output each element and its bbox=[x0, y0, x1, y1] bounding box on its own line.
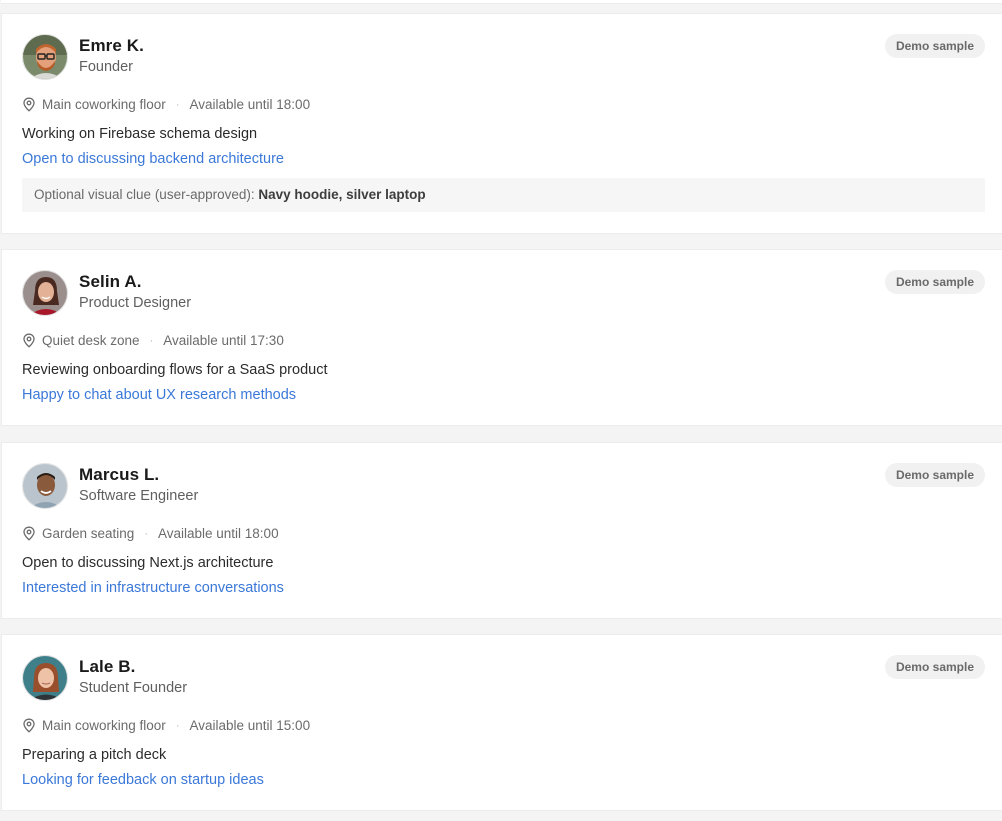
presence-meta: Quiet desk zone · Available until 17:30 bbox=[22, 333, 284, 348]
person-card-lale[interactable]: Lale B. Student Founder Demo sample Main… bbox=[1, 634, 1002, 811]
availability-text: Available until 18:00 bbox=[189, 97, 311, 112]
presence-meta: Garden seating · Available until 18:00 bbox=[22, 526, 279, 541]
person-role: Software Engineer bbox=[79, 488, 199, 504]
avatar[interactable] bbox=[22, 34, 68, 80]
location-text: Garden seating bbox=[42, 526, 135, 541]
openness-link[interactable]: Open to discussing backend architecture bbox=[22, 151, 284, 167]
openness-link[interactable]: Happy to chat about UX research methods bbox=[22, 387, 296, 403]
openness-link[interactable]: Interested in infrastructure conversatio… bbox=[22, 580, 284, 596]
visual-clue-value: Navy hoodie, silver laptop bbox=[258, 187, 426, 202]
demo-sample-badge: Demo sample bbox=[884, 655, 985, 679]
demo-sample-badge: Demo sample bbox=[884, 463, 985, 487]
location-text: Quiet desk zone bbox=[42, 333, 140, 348]
avatar[interactable] bbox=[22, 655, 68, 701]
availability-text: Available until 18:00 bbox=[157, 526, 279, 541]
current-activity: Working on Firebase schema design bbox=[22, 126, 258, 142]
person-name: Marcus L. bbox=[79, 465, 160, 484]
avatar-photo bbox=[23, 271, 67, 315]
location-text: Main coworking floor bbox=[42, 97, 166, 112]
map-pin-icon bbox=[22, 718, 36, 733]
avatar-photo bbox=[23, 464, 67, 508]
current-activity: Preparing a pitch deck bbox=[22, 747, 167, 763]
separator-dot: · bbox=[149, 334, 154, 347]
person-role: Product Designer bbox=[79, 295, 192, 311]
person-card-emre[interactable]: Emre K. Founder Demo sample Main coworki… bbox=[1, 13, 1002, 234]
separator-dot: · bbox=[175, 719, 180, 732]
person-role: Student Founder bbox=[79, 680, 188, 696]
availability-text: Available until 17:30 bbox=[163, 333, 284, 348]
avatar[interactable] bbox=[22, 270, 68, 316]
presence-meta: Main coworking floor · Available until 1… bbox=[22, 718, 310, 733]
current-activity: Reviewing onboarding flows for a SaaS pr… bbox=[22, 362, 328, 378]
separator-dot: · bbox=[175, 98, 180, 111]
avatar[interactable] bbox=[22, 463, 68, 509]
person-name: Lale B. bbox=[79, 657, 136, 676]
separator-dot: · bbox=[144, 527, 148, 540]
visual-clue-label: Optional visual clue (user-approved): bbox=[34, 187, 259, 202]
map-pin-icon bbox=[22, 97, 36, 112]
people-feed: Emre K. Founder Demo sample Main coworki… bbox=[0, 0, 1002, 821]
presence-meta: Main coworking floor · Available until 1… bbox=[22, 97, 310, 112]
openness-link[interactable]: Looking for feedback on startup ideas bbox=[22, 772, 264, 788]
avatar-photo bbox=[23, 35, 67, 79]
visual-clue-box: Optional visual clue (user-approved): Na… bbox=[22, 178, 985, 212]
location-text: Main coworking floor bbox=[42, 718, 166, 733]
person-card-marcus[interactable]: Marcus L. Software Engineer Demo sample … bbox=[1, 442, 1002, 619]
current-activity: Open to discussing Next.js architecture bbox=[22, 555, 274, 571]
availability-text: Available until 15:00 bbox=[189, 718, 311, 733]
map-pin-icon bbox=[22, 526, 36, 541]
person-card-selin[interactable]: Selin A. Product Designer Demo sample Qu… bbox=[1, 249, 1002, 426]
person-name: Selin A. bbox=[79, 272, 142, 291]
demo-sample-badge: Demo sample bbox=[884, 34, 985, 58]
avatar-photo bbox=[23, 656, 67, 700]
previous-card-edge bbox=[1, 0, 1002, 4]
demo-sample-badge: Demo sample bbox=[884, 270, 985, 294]
person-name: Emre K. bbox=[79, 36, 144, 55]
map-pin-icon bbox=[22, 333, 36, 348]
person-role: Founder bbox=[79, 59, 134, 75]
